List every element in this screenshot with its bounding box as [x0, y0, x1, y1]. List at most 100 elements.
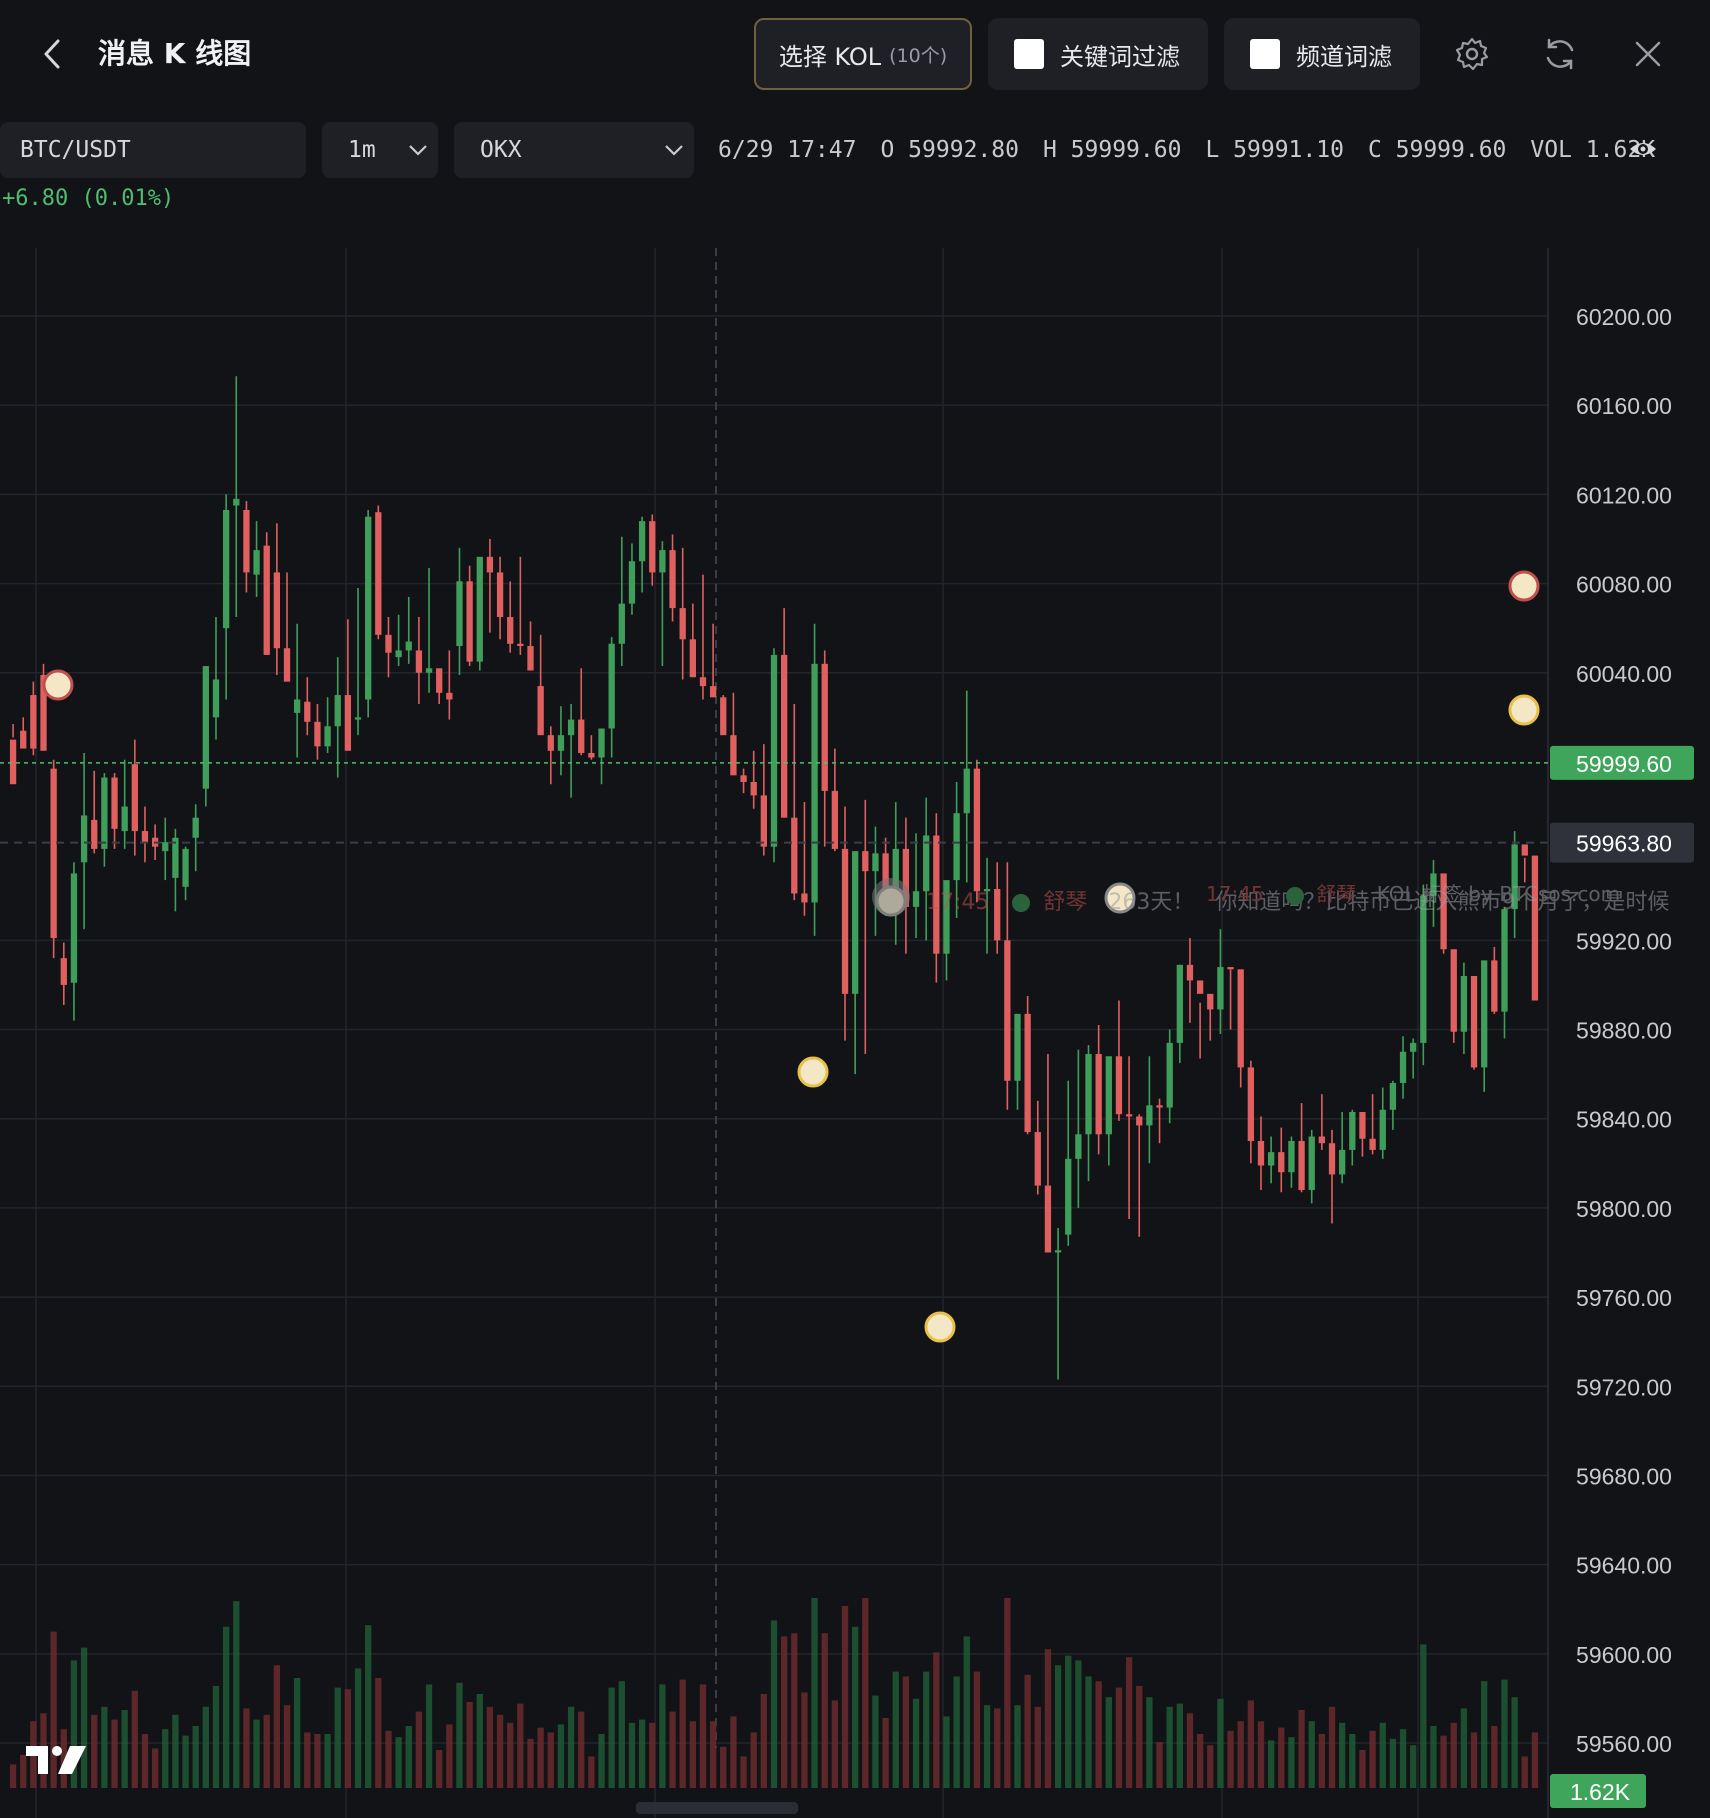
- volume-bar: [781, 1636, 788, 1788]
- volume-bar: [1318, 1734, 1326, 1788]
- volume-bar: [527, 1738, 534, 1788]
- volume-bar: [1166, 1706, 1173, 1788]
- volume-bar: [1339, 1722, 1346, 1788]
- volume-bar: [172, 1714, 179, 1788]
- y-tick-label: 59560.00: [1576, 1731, 1672, 1757]
- candle-body: [862, 851, 869, 872]
- volume-bar: [902, 1676, 910, 1788]
- gear-icon: [1455, 37, 1489, 71]
- y-tick-label: 59800.00: [1576, 1196, 1672, 1222]
- candle-body: [1166, 1042, 1173, 1108]
- volume-bar: [1481, 1681, 1488, 1788]
- candle-body: [983, 889, 991, 892]
- candle-body: [760, 795, 767, 847]
- candle-body: [1339, 1149, 1346, 1175]
- pair-label: BTC/USDT: [20, 137, 131, 163]
- volume-bar: [1156, 1742, 1163, 1788]
- ohlc-datetime: 6/29 17:47: [718, 137, 857, 163]
- candle-body: [192, 817, 199, 838]
- candle-body: [923, 835, 930, 892]
- horizontal-scrollbar[interactable]: [636, 1802, 798, 1814]
- volume-bar: [344, 1689, 352, 1788]
- volume-bar: [730, 1716, 737, 1788]
- candle-body: [70, 873, 78, 983]
- close-button[interactable]: [1624, 30, 1672, 78]
- volume-bar: [1004, 1598, 1011, 1788]
- volume-bar: [1176, 1703, 1183, 1788]
- candle-body: [1531, 855, 1539, 1001]
- candle-body: [852, 851, 859, 994]
- keyword-filter-checkbox[interactable]: [1014, 39, 1044, 69]
- refresh-button[interactable]: [1536, 30, 1584, 78]
- volume-bar: [912, 1698, 920, 1788]
- kol-count: (10个): [889, 44, 948, 67]
- candle-body: [821, 663, 828, 791]
- candle-body: [1389, 1083, 1397, 1110]
- volume-bar: [1450, 1722, 1457, 1788]
- candle-body: [1115, 1056, 1123, 1115]
- candle-body: [781, 654, 788, 818]
- volume-bar: [1298, 1710, 1305, 1788]
- chevron-down-icon: [409, 145, 427, 156]
- volume-bar: [811, 1598, 818, 1788]
- candle-body: [1156, 1105, 1163, 1108]
- eye-icon[interactable]: [1628, 136, 1658, 162]
- pair-selector[interactable]: BTC/USDT: [0, 122, 306, 178]
- channel-filter-toggle[interactable]: 频道词滤: [1224, 18, 1420, 90]
- kol-news-marker-icon: [797, 1056, 829, 1088]
- candle-body: [994, 889, 1001, 941]
- candle-body: [720, 697, 727, 736]
- volume-bar: [162, 1729, 169, 1788]
- channel-filter-checkbox[interactable]: [1250, 39, 1280, 69]
- candle-body: [354, 717, 362, 720]
- volume-bar: [263, 1714, 270, 1788]
- volume-bar: [1105, 1697, 1112, 1788]
- interval-selector[interactable]: 1m: [322, 122, 438, 178]
- candle-body: [689, 639, 696, 678]
- volume-bar: [1278, 1727, 1285, 1788]
- settings-button[interactable]: [1448, 30, 1496, 78]
- candle-body: [943, 880, 950, 954]
- candle-body: [507, 617, 514, 644]
- candle-body: [770, 654, 778, 847]
- candle-body: [1278, 1152, 1285, 1173]
- candle-body: [1481, 960, 1488, 1068]
- select-kol-button[interactable]: 选择 KOL (10个): [754, 18, 972, 90]
- candle-body: [365, 516, 372, 700]
- ohlc-open: O 59992.80: [880, 137, 1019, 163]
- volume-bar: [253, 1719, 260, 1788]
- volume-bar: [923, 1671, 930, 1788]
- volume-bar: [882, 1718, 889, 1788]
- candle-body: [831, 790, 839, 849]
- candle-body: [1257, 1140, 1265, 1166]
- volume-bar: [760, 1694, 767, 1788]
- candle-body: [1491, 960, 1498, 1012]
- tradingview-logo-icon: [26, 1746, 86, 1774]
- candle-body: [243, 509, 250, 573]
- candle-body: [517, 643, 524, 646]
- volume-bar: [862, 1598, 869, 1788]
- volume-bar: [304, 1732, 311, 1788]
- candle-body: [598, 728, 605, 758]
- candle-body: [425, 668, 433, 673]
- back-button[interactable]: [34, 30, 70, 78]
- volume-bar: [841, 1606, 849, 1788]
- exchange-selector[interactable]: OKX: [454, 122, 694, 178]
- volume-bar: [1247, 1700, 1254, 1788]
- volume-bar: [111, 1719, 118, 1788]
- top-bar: 消息 K 线图 选择 KOL (10个) 关键词过滤 频道词滤: [0, 0, 1710, 110]
- keyword-filter-toggle[interactable]: 关键词过滤: [988, 18, 1208, 90]
- candle-body: [1207, 993, 1214, 1010]
- candle-body: [1450, 949, 1457, 1032]
- volume-bar: [1095, 1681, 1102, 1788]
- volume-bar: [983, 1705, 991, 1788]
- candlestick-chart[interactable]: 60200.00 60160.00 60120.00 60080.00 60040.00…: [0, 248, 1710, 1818]
- candle-body: [30, 695, 37, 749]
- volume-bar: [375, 1678, 382, 1788]
- candle-body: [1430, 873, 1437, 896]
- candle-body: [182, 848, 189, 887]
- volume-bar: [872, 1695, 879, 1788]
- candle-body: [953, 813, 960, 881]
- candle-body: [1379, 1109, 1386, 1150]
- candle-body: [385, 634, 392, 653]
